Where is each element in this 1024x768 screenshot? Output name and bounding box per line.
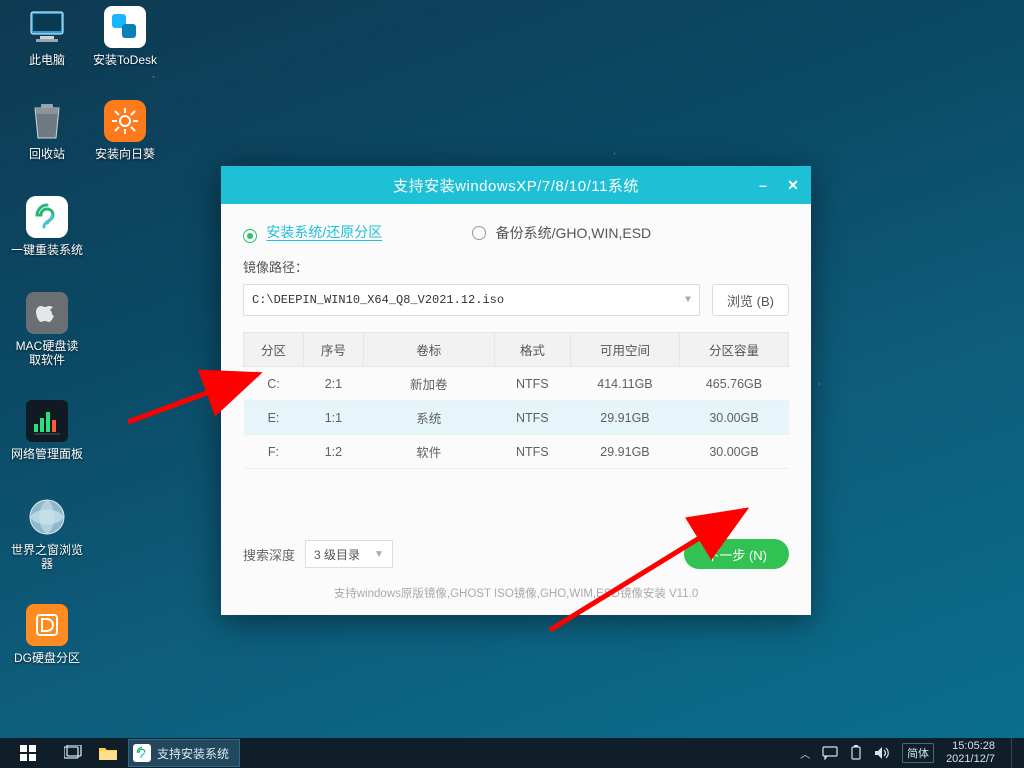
support-text: 支持windows原版镜像,GHOST ISO镜像,GHO,WIM,ESD镜像安…: [243, 585, 789, 601]
tray-chevron-up-icon[interactable]: ︿: [800, 746, 810, 761]
tab-install-restore[interactable]: 安装系统/还原分区: [243, 222, 382, 243]
show-desktop-button[interactable]: [1011, 738, 1016, 768]
close-button[interactable]: ✕: [783, 175, 803, 195]
desktop-icon-reinstall[interactable]: 一键重装系统: [10, 196, 84, 257]
partition-table: 分区 序号 卷标 格式 可用空间 分区容量 C:2:1新加卷NTFS414.11…: [243, 332, 789, 469]
desktop-icon-label: 世界之窗浏览器: [10, 543, 84, 571]
table-row[interactable]: C:2:1新加卷NTFS414.11GB465.76GB: [244, 367, 789, 401]
chevron-down-icon: ▼: [685, 295, 691, 306]
installer-window: 支持安装windowsXP/7/8/10/11系统 – ✕ 安装系统/还原分区 …: [221, 166, 811, 615]
tab-backup[interactable]: 备份系统/GHO,WIN,ESD: [472, 223, 651, 243]
th-free: 可用空间: [570, 333, 679, 367]
desktop-icon-todesk[interactable]: 安装ToDesk: [88, 6, 162, 67]
system-tray[interactable]: ︿ 简体 15:05:28 2021/12/7: [792, 738, 1024, 768]
desktop-icon-label: MAC硬盘读取软件: [10, 339, 84, 367]
desktop-icon-sunflower[interactable]: 安装向日葵: [88, 100, 162, 161]
image-path-dropdown[interactable]: C:\DEEPIN_WIN10_X64_Q8_V2021.12.iso ▼: [243, 284, 700, 316]
desktop-icon-network-panel[interactable]: 网络管理面板: [10, 400, 84, 461]
desktop-icon-label: 网络管理面板: [10, 447, 84, 461]
desktop-icon-this-pc[interactable]: 此电脑: [10, 6, 84, 67]
search-depth-dropdown[interactable]: 3 级目录 ▼: [305, 540, 393, 568]
th-order: 序号: [303, 333, 363, 367]
window-title: 支持安装windowsXP/7/8/10/11系统: [393, 175, 639, 196]
taskview-button[interactable]: [56, 738, 90, 768]
clock-time: 15:05:28: [946, 740, 995, 753]
next-button[interactable]: 下一步 (N): [684, 539, 789, 569]
radio-off-icon: [472, 226, 486, 240]
th-size: 分区容量: [679, 333, 788, 367]
desktop-icon-label: 回收站: [10, 147, 84, 161]
th-partition: 分区: [244, 333, 304, 367]
th-format: 格式: [494, 333, 570, 367]
clock[interactable]: 15:05:28 2021/12/7: [946, 740, 995, 766]
table-row[interactable]: F:1:2软件NTFS29.91GB30.00GB: [244, 435, 789, 469]
desktop-icon-label: 此电脑: [10, 53, 84, 67]
minimize-button[interactable]: –: [753, 175, 773, 195]
desktop-icon-label: 一键重装系统: [10, 243, 84, 257]
clock-date: 2021/12/7: [946, 753, 995, 766]
start-button[interactable]: [0, 738, 56, 768]
th-volume: 卷标: [363, 333, 494, 367]
ime-indicator[interactable]: 简体: [902, 743, 934, 763]
search-depth-label: 搜索深度: [243, 545, 295, 564]
taskbar[interactable]: 支持安装系统 ︿ 简体 15:05:28 2021/12/7: [0, 738, 1024, 768]
desktop-icon-label: DG硬盘分区: [10, 651, 84, 665]
taskbar-app-installer[interactable]: 支持安装系统: [128, 739, 240, 767]
radio-on-icon: [243, 229, 257, 243]
image-path-label: 镜像路径：: [243, 257, 789, 276]
file-explorer-button[interactable]: [90, 738, 126, 768]
image-path-value: C:\DEEPIN_WIN10_X64_Q8_V2021.12.iso: [252, 293, 504, 307]
desktop-icon-mac-disk[interactable]: MAC硬盘读取软件: [10, 292, 84, 367]
action-center-icon[interactable]: [822, 746, 838, 760]
taskbar-app-label: 支持安装系统: [157, 745, 229, 762]
volume-icon[interactable]: [874, 746, 890, 760]
table-row-selected[interactable]: E:1:1系统NTFS29.91GB30.00GB: [244, 401, 789, 435]
desktop-icon-label: 安装向日葵: [88, 147, 162, 161]
browse-button[interactable]: 浏览 (B): [712, 284, 789, 316]
desktop-icon-label: 安装ToDesk: [88, 53, 162, 67]
battery-icon[interactable]: [850, 745, 862, 761]
chevron-down-icon: ▼: [374, 549, 384, 560]
desktop-icon-recycle-bin[interactable]: 回收站: [10, 100, 84, 161]
desktop-icon-theworld-browser[interactable]: 世界之窗浏览器: [10, 496, 84, 571]
titlebar[interactable]: 支持安装windowsXP/7/8/10/11系统 – ✕: [221, 166, 811, 204]
desktop-icon-diskgenius[interactable]: DG硬盘分区: [10, 604, 84, 665]
